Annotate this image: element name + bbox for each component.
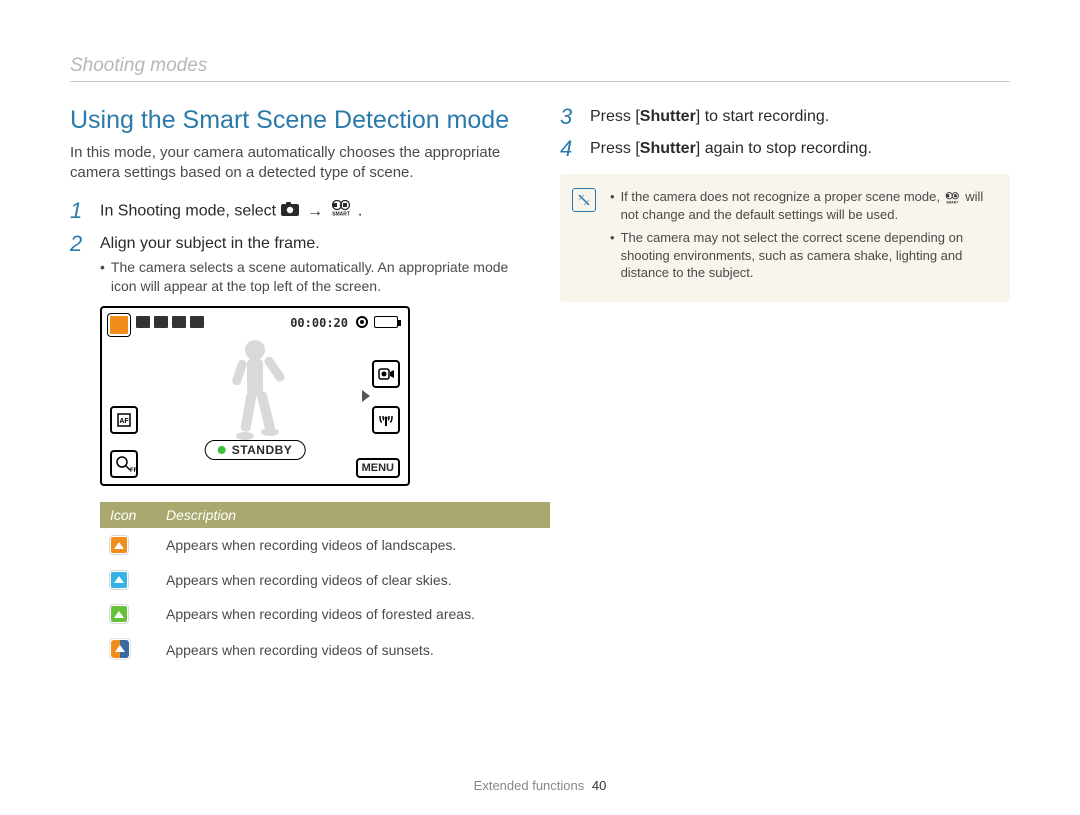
left-column: Using the Smart Scene Detection mode In … (70, 106, 520, 669)
status-icon (154, 316, 168, 328)
menu-button: MENU (356, 458, 400, 478)
svg-text:FF: FF (130, 468, 136, 474)
standby-indicator: STANDBY (205, 440, 306, 460)
landscape-icon (110, 536, 128, 554)
note-1a: If the camera does not recognize a prope… (621, 189, 944, 204)
subject-silhouette (210, 336, 300, 446)
step-3: 3 Press [Shutter] to start recording. (560, 106, 1010, 128)
step-2-text: Align your subject in the frame. (100, 235, 320, 252)
recording-time: 00:00:20 (290, 316, 348, 330)
step-number: 4 (560, 138, 578, 160)
legend-header-icon: Icon (100, 502, 156, 528)
step-2-note: The camera selects a scene automatically… (111, 258, 520, 296)
step-1: 1 In Shooting mode, select → SMART . (70, 200, 520, 223)
svg-text:SMART: SMART (946, 200, 959, 204)
intro-text: In this mode, your camera automatically … (70, 143, 520, 182)
chevron-right-icon (362, 390, 370, 402)
table-row: Appears when recording videos of foreste… (100, 597, 550, 632)
step-4-post: ] again to stop recording. (696, 140, 872, 157)
bullet: • (100, 258, 105, 296)
note-icon (572, 188, 596, 212)
camera-side-button (372, 360, 400, 388)
legend-header-desc: Description (156, 502, 550, 528)
shutter-label: Shutter (640, 108, 696, 125)
legend-desc: Appears when recording videos of foreste… (156, 597, 550, 632)
status-icon (190, 316, 204, 328)
forest-icon (110, 605, 128, 623)
sunset-icon (110, 639, 130, 659)
smart-mode-icon: SMART (331, 200, 353, 223)
step-2: 2 Align your subject in the frame. • The… (70, 233, 520, 296)
page-footer: Extended functions 40 (0, 778, 1080, 793)
battery-icon (374, 316, 398, 328)
svg-text:SMART: SMART (333, 212, 351, 217)
status-icon (172, 316, 186, 328)
table-row: Appears when recording videos of landsca… (100, 528, 550, 563)
off-button: FF (110, 450, 138, 478)
step-number: 1 (70, 200, 88, 223)
smart-mode-icon: SMART (944, 192, 962, 204)
right-column: 3 Press [Shutter] to start recording. 4 … (560, 106, 1010, 669)
legend-desc: Appears when recording videos of landsca… (156, 528, 550, 563)
shutter-label: Shutter (640, 140, 696, 157)
step-1-post: . (358, 203, 362, 220)
svg-text:AF: AF (119, 418, 129, 425)
antenna-button (372, 406, 400, 434)
page-title: Using the Smart Scene Detection mode (70, 106, 520, 135)
sky-icon (110, 571, 128, 589)
step-4: 4 Press [Shutter] again to stop recordin… (560, 138, 1010, 160)
record-indicator-icon (356, 316, 368, 328)
breadcrumb-header: Shooting modes (70, 55, 1010, 82)
table-row: Appears when recording videos of sunsets… (100, 631, 550, 669)
standby-dot-icon (218, 446, 226, 454)
step-4-pre: Press [ (590, 140, 640, 157)
af-button: AF (110, 406, 138, 434)
step-1-pre: In Shooting mode, select (100, 203, 281, 220)
step-number: 2 (70, 233, 88, 296)
note-2: The camera may not select the correct sc… (621, 229, 994, 282)
legend-desc: Appears when recording videos of sunsets… (156, 631, 550, 669)
arrow-icon: → (307, 203, 323, 220)
table-row: Appears when recording videos of clear s… (100, 562, 550, 597)
note-box: If the camera does not recognize a prope… (560, 174, 1010, 302)
icon-legend-table: Icon Description Appears when recording … (100, 502, 550, 670)
standby-label: STANDBY (232, 443, 293, 457)
legend-desc: Appears when recording videos of clear s… (156, 562, 550, 597)
step-3-pre: Press [ (590, 108, 640, 125)
camera-mode-icon (281, 201, 299, 223)
step-3-post: ] to start recording. (696, 108, 829, 125)
footer-section: Extended functions (474, 778, 585, 793)
scene-mode-icon (108, 314, 130, 336)
page-number: 40 (592, 778, 606, 793)
status-icons-row (136, 316, 204, 328)
step-number: 3 (560, 106, 578, 128)
status-icon (136, 316, 150, 328)
camera-screenshot: 00:00:20 (100, 306, 410, 486)
